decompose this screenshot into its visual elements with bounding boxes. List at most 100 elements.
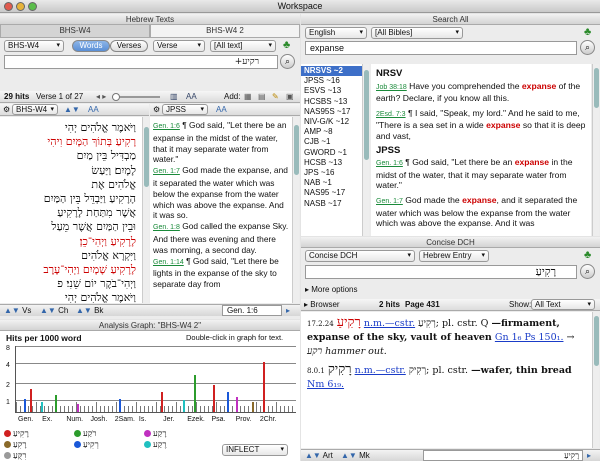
article-nav-button[interactable]: ▲▼ Art — [305, 450, 333, 461]
search-all-input[interactable]: expanse — [305, 41, 577, 55]
right-text-select[interactable]: JPSS — [162, 104, 208, 115]
entry-refs[interactable]: Gn 1₆ Ps 150₁. — [495, 332, 564, 343]
entry-grammar[interactable]: n.m.—cstr. — [364, 318, 415, 329]
legend-item[interactable]: רָקִעַ — [4, 439, 27, 450]
zoom-window-button[interactable] — [28, 2, 37, 11]
info-icon[interactable]: ▣ — [286, 91, 294, 103]
entry-type-select[interactable]: Hebrew Entry — [419, 250, 489, 262]
graph-plot-area[interactable] — [15, 346, 296, 413]
entry-refs[interactable]: Nm 6₁₉. — [307, 379, 344, 390]
version-hit-item[interactable]: ESVS ~13 — [301, 86, 368, 96]
show-select[interactable]: All Text — [531, 299, 595, 310]
go-arrow-icon[interactable]: ▸ — [286, 305, 290, 316]
prev-next-arrows[interactable]: ◂ ▸ — [96, 91, 106, 103]
library-icon[interactable]: ♣ — [283, 39, 290, 51]
left-text-select[interactable]: BHS-W4 — [12, 104, 58, 115]
add-column-icon[interactable]: ▤ — [258, 91, 266, 103]
search-all-icon[interactable]: ⌕ — [580, 40, 595, 55]
graph-bar[interactable] — [118, 398, 121, 412]
graph-bar[interactable] — [235, 397, 238, 412]
result-ref[interactable]: Job 38:18 — [376, 84, 407, 91]
chapter-nav-button[interactable]: ▲▼ Ch — [40, 305, 68, 316]
range-select[interactable]: [All text] — [210, 40, 276, 52]
more-options-toggle[interactable]: ▸ More options — [305, 285, 358, 294]
tab-bhs-w4-2[interactable]: BHS-W4 2 — [150, 25, 300, 38]
mark-nav-button[interactable]: ▲▼ Mk — [341, 450, 370, 461]
graph-bar[interactable] — [182, 399, 185, 412]
bibles-select[interactable]: [All Bibles] — [371, 27, 463, 39]
right-text-size-icon[interactable]: AA — [216, 104, 227, 116]
zoom-slider[interactable] — [112, 93, 160, 101]
entry-grammar[interactable]: n.m.—cstr. — [355, 365, 406, 376]
result-ref[interactable]: 2Esd. 7:3 — [376, 111, 406, 118]
dch-location-input[interactable]: רָקִיעַ — [423, 450, 583, 461]
version-hit-item[interactable]: CJB ~1 — [301, 137, 368, 147]
verse-ref[interactable]: Gen. 1:14 — [153, 259, 184, 266]
verse-nav-button[interactable]: ▲▼ Vs — [4, 305, 31, 316]
legend-item[interactable]: רָקִיעַ — [4, 428, 29, 439]
graph-bar[interactable] — [193, 375, 196, 412]
dch-go-arrow-icon[interactable]: ▸ — [587, 450, 591, 461]
location-input[interactable]: Gen. 1:6 — [222, 305, 282, 316]
left-text-size-icon[interactable]: AA — [88, 104, 99, 116]
version-hit-item[interactable]: NAS95 ~17 — [301, 188, 368, 198]
version-hit-item[interactable]: NAB ~1 — [301, 178, 368, 188]
language-select[interactable]: English — [305, 27, 367, 39]
graph-icon[interactable]: ▥ — [170, 91, 178, 103]
version-hit-item[interactable]: NRSVS ~2 — [301, 66, 368, 77]
version-hit-item[interactable]: GWORD ~1 — [301, 148, 368, 158]
version-select[interactable]: BHS-W4 — [4, 40, 64, 52]
gear-icon[interactable]: ⚙ — [3, 104, 10, 116]
book-nav-button[interactable]: ▲▼ Bk — [76, 305, 103, 316]
results-scrollbar[interactable] — [592, 64, 599, 236]
result-ref[interactable]: Gen. 1:6 — [376, 160, 403, 167]
verse-ref[interactable]: Gen. 1:8 — [153, 224, 180, 231]
graph-bar[interactable] — [213, 385, 216, 412]
legend-item[interactable]: רֹקַע — [74, 428, 97, 439]
add-pane-icon[interactable]: ▦ — [244, 91, 252, 103]
dictionary-select[interactable]: Concise DCH — [305, 250, 415, 262]
version-hit-item[interactable]: NASB ~17 — [301, 199, 368, 209]
graph-bar[interactable] — [54, 395, 57, 412]
result-ref[interactable]: Gen. 1:7 — [376, 198, 403, 205]
close-window-button[interactable] — [4, 2, 13, 11]
words-mode-button[interactable]: Words — [72, 40, 110, 52]
graph-bar[interactable] — [77, 403, 80, 412]
legend-item[interactable]: רָקַע — [144, 428, 167, 439]
version-hit-item[interactable]: AMP ~8 — [301, 127, 368, 137]
hebrew-search-input[interactable]: רקיע+ — [4, 55, 278, 69]
graph-bar[interactable] — [29, 388, 32, 412]
graph-bar[interactable] — [41, 401, 44, 412]
dch-scrollbar[interactable] — [592, 312, 599, 448]
gear-icon-2[interactable]: ⚙ — [153, 104, 160, 116]
version-list-scrollbar[interactable] — [362, 64, 369, 236]
notes-icon[interactable]: ✎ — [272, 91, 279, 103]
search-icon[interactable]: ⌕ — [280, 54, 295, 69]
verse-ref[interactable]: Gen. 1:7 — [153, 168, 180, 175]
dch-entry-input[interactable]: רָקִיעַ — [305, 265, 577, 279]
legend-item[interactable]: רְקִיעַ — [74, 439, 99, 450]
version-hit-item[interactable]: HCSB ~13 — [301, 158, 368, 168]
browser-toggle[interactable]: ▸ Browser — [304, 299, 340, 311]
graph-bar[interactable] — [263, 361, 266, 412]
hebrew-scrollbar[interactable] — [142, 117, 149, 303]
scope-select[interactable]: Verse — [153, 40, 205, 52]
version-hit-item[interactable]: JPSS ~16 — [301, 76, 368, 86]
library-icon-3[interactable]: ♣ — [584, 249, 591, 261]
graph-bar[interactable] — [252, 401, 255, 412]
english-scrollbar[interactable] — [292, 117, 299, 303]
verses-mode-button[interactable]: Verses — [110, 40, 148, 52]
minimize-window-button[interactable] — [16, 2, 25, 11]
tab-bhs-w4[interactable]: BHS-W4 — [0, 25, 150, 38]
inflect-select[interactable]: INFLECT — [222, 444, 288, 456]
version-hit-item[interactable]: JPS ~16 — [301, 168, 368, 178]
text-size-icon[interactable]: AA — [186, 91, 197, 103]
legend-item[interactable]: רִקֻּעַ — [4, 450, 27, 461]
legend-item[interactable]: רֶקַע — [144, 439, 167, 450]
dch-search-icon[interactable]: ⌕ — [580, 264, 595, 279]
nav-arrows-icon[interactable]: ▲▼ — [64, 104, 80, 116]
version-hit-item[interactable]: NAS95S ~17 — [301, 107, 368, 117]
version-hit-item[interactable]: HCSBS ~13 — [301, 97, 368, 107]
graph-bar[interactable] — [160, 391, 163, 412]
verse-ref[interactable]: Gen. 1:6 — [153, 123, 180, 130]
